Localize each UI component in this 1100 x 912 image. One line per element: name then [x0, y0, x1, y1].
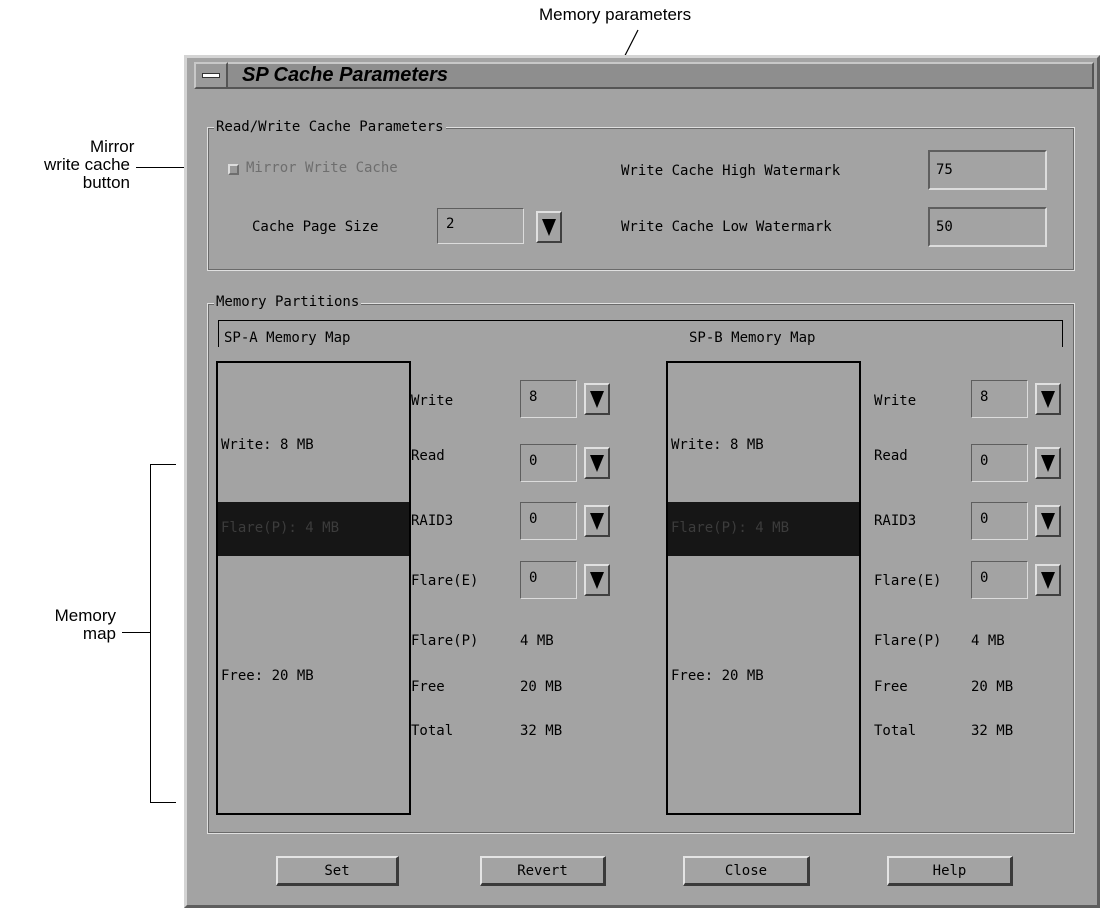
cache-page-size-field[interactable]: 2	[437, 208, 524, 244]
triangle-down-icon	[590, 513, 604, 530]
triangle-down-icon	[590, 391, 604, 408]
sp-b-free-label: Free	[874, 679, 908, 695]
sp-a-total-label: Total	[411, 723, 454, 739]
close-button[interactable]: Close	[683, 856, 810, 886]
low-watermark-label: Write Cache Low Watermark	[621, 219, 832, 235]
mirror-write-cache-label[interactable]: Mirror Write Cache	[246, 160, 398, 176]
help-button[interactable]: Help	[887, 856, 1013, 886]
window-menu-button[interactable]	[194, 62, 228, 89]
sp-a-flare-p-value: 4 MB	[520, 633, 554, 649]
sp-a-flare-e-field[interactable]: 0	[520, 561, 577, 599]
sp-a-write-label: Write	[411, 393, 454, 409]
memory-parameters-bracket-top	[218, 320, 1063, 321]
sp-b-flare-e-dropdown[interactable]	[1035, 564, 1061, 596]
callout-memory-map-line2: map	[82, 624, 116, 643]
rw-cache-group	[207, 127, 1075, 271]
cache-page-size-dropdown[interactable]	[536, 211, 562, 243]
sp-a-memory-map-title: SP-A Memory Map	[224, 330, 351, 346]
sp-a-map-flare-label: Flare(P): 4 MB	[221, 520, 340, 536]
sp-a-raid3-field[interactable]: 0	[520, 502, 577, 540]
triangle-down-icon	[542, 219, 556, 236]
checkbox-icon[interactable]	[228, 164, 239, 175]
sp-b-raid3-dropdown[interactable]	[1035, 505, 1061, 537]
sp-b-raid3-label: RAID3	[874, 513, 917, 529]
sp-b-free-value: 20 MB	[971, 679, 1014, 695]
sp-b-flare-e-label: Flare(E)	[874, 573, 942, 589]
sp-a-free-value: 20 MB	[520, 679, 563, 695]
sp-b-flare-e-field[interactable]: 0	[971, 561, 1028, 599]
triangle-down-icon	[1041, 455, 1055, 472]
sp-b-map-flare-label: Flare(P): 4 MB	[671, 520, 790, 536]
callout-memory-map-line1: Memory	[54, 606, 116, 625]
callout-mirror-line2: write cache	[44, 155, 130, 174]
sp-a-map-free-label: Free: 20 MB	[221, 668, 314, 684]
window-menu-icon	[202, 73, 220, 78]
window-title: SP Cache Parameters	[242, 64, 449, 86]
high-watermark-input[interactable]: 75	[928, 150, 1047, 190]
sp-a-raid3-dropdown[interactable]	[584, 505, 610, 537]
sp-b-flare-p-label: Flare(P)	[874, 633, 942, 649]
sp-a-memory-map	[216, 361, 411, 815]
callout-memory-map-bracket-top	[150, 464, 176, 465]
sp-a-flare-e-dropdown[interactable]	[584, 564, 610, 596]
sp-b-flare-p-value: 4 MB	[971, 633, 1005, 649]
sp-b-write-field[interactable]: 8	[971, 380, 1028, 418]
sp-b-read-label: Read	[874, 448, 908, 464]
sp-b-write-label: Write	[874, 393, 917, 409]
callout-mirror-line1: Mirror	[90, 137, 135, 156]
sp-a-map-write-label: Write: 8 MB	[221, 437, 314, 453]
sp-a-read-field[interactable]: 0	[520, 444, 577, 482]
sp-a-write-dropdown[interactable]	[584, 383, 610, 415]
callout-memory-map-bracket-vertical	[150, 464, 151, 803]
sp-a-total-value: 32 MB	[520, 723, 563, 739]
sp-b-total-value: 32 MB	[971, 723, 1014, 739]
sp-b-write-dropdown[interactable]	[1035, 383, 1061, 415]
high-watermark-label: Write Cache High Watermark	[621, 163, 841, 179]
triangle-down-icon	[1041, 572, 1055, 589]
revert-button[interactable]: Revert	[480, 856, 606, 886]
low-watermark-input[interactable]: 50	[928, 207, 1047, 247]
sp-b-map-write-label: Write: 8 MB	[671, 437, 764, 453]
cache-page-size-label: Cache Page Size	[252, 219, 379, 235]
sp-a-read-dropdown[interactable]	[584, 447, 610, 479]
sp-a-flare-e-label: Flare(E)	[411, 573, 479, 589]
memory-parameters-bracket-left	[218, 320, 219, 347]
sp-b-read-dropdown[interactable]	[1035, 447, 1061, 479]
memory-parameters-bracket-right	[1062, 320, 1063, 347]
sp-a-free-label: Free	[411, 679, 445, 695]
triangle-down-icon	[590, 455, 604, 472]
rw-cache-group-label: Read/Write Cache Parameters	[214, 119, 446, 135]
sp-b-total-label: Total	[874, 723, 917, 739]
triangle-down-icon	[590, 572, 604, 589]
sp-b-memory-map-title: SP-B Memory Map	[689, 330, 816, 346]
callout-memory-map-bracket-bottom	[150, 802, 176, 803]
sp-b-raid3-field[interactable]: 0	[971, 502, 1028, 540]
sp-a-write-field[interactable]: 8	[520, 380, 577, 418]
sp-a-flare-p-label: Flare(P)	[411, 633, 479, 649]
callout-mirror-line3: button	[82, 173, 130, 192]
sp-b-read-field[interactable]: 0	[971, 444, 1028, 482]
triangle-down-icon	[1041, 513, 1055, 530]
sp-b-map-free-label: Free: 20 MB	[671, 668, 764, 684]
sp-b-memory-map	[666, 361, 861, 815]
set-button[interactable]: Set	[276, 856, 399, 886]
sp-a-read-label: Read	[411, 448, 445, 464]
callout-memory-map-tick	[122, 632, 150, 633]
memory-partitions-label: Memory Partitions	[214, 294, 362, 310]
triangle-down-icon	[1041, 391, 1055, 408]
sp-a-raid3-label: RAID3	[411, 513, 454, 529]
